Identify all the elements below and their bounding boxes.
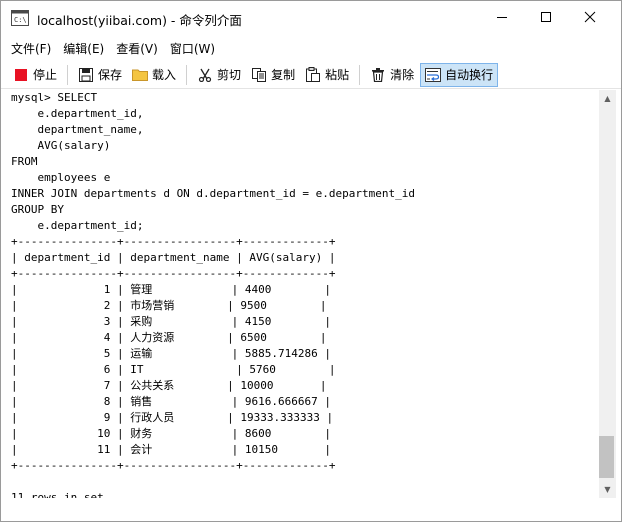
scrollbar-thumb[interactable] — [599, 436, 614, 478]
save-label: 保存 — [98, 68, 123, 82]
console-line: +---------------+-----------------+-----… — [11, 235, 336, 248]
console-line: | 5 | 运输 | 5885.714286 | — [11, 347, 332, 360]
console-line: mysql> SELECT — [11, 91, 98, 104]
console-line: | 2 | 市场营销 | 9500 | — [11, 299, 327, 312]
window-title: localhost(yiibai.com) - 命令列介面 — [37, 13, 242, 28]
console-line: +---------------+-----------------+-----… — [11, 267, 336, 280]
word-wrap-icon — [425, 67, 442, 83]
toolbar-separator — [359, 64, 361, 85]
console-window: C:\ localhost(yiibai.com) - 命令列介面 文件(F) … — [0, 0, 622, 522]
close-button[interactable] — [567, 1, 613, 33]
console-text: mysql> SELECT e.department_id, departmen… — [1, 90, 599, 498]
trash-icon — [370, 67, 386, 83]
close-icon — [584, 11, 596, 23]
clear-label: 清除 — [390, 68, 415, 82]
console-line: +---------------+-----------------+-----… — [11, 459, 336, 472]
console-line: | 8 | 销售 | 9616.666667 | — [11, 395, 332, 408]
load-label: 载入 — [152, 68, 177, 82]
console-line: | 4 | 人力资源 | 6500 | — [11, 331, 327, 344]
cut-button[interactable]: 剪切 — [193, 63, 245, 87]
status-bar — [1, 499, 621, 521]
scissors-icon — [197, 67, 213, 83]
clipboard-icon — [305, 67, 321, 83]
word-wrap-label: 自动换行 — [445, 68, 494, 82]
menu-file[interactable]: 文件(F) — [5, 40, 57, 57]
maximize-icon — [541, 12, 551, 22]
console-line: 11 rows in set — [11, 491, 104, 498]
cut-label: 剪切 — [217, 68, 242, 82]
console-line: employees e — [11, 171, 111, 184]
menu-view[interactable]: 查看(V) — [110, 40, 164, 57]
console-line: e.department_id, — [11, 107, 144, 120]
save-icon — [78, 67, 94, 83]
minimize-icon — [497, 17, 507, 18]
folder-icon — [132, 67, 149, 83]
menu-window[interactable]: 窗口(W) — [164, 40, 221, 57]
stop-button[interactable]: 停止 — [9, 63, 61, 87]
paste-label: 粘贴 — [325, 68, 350, 82]
paste-button[interactable]: 粘贴 — [301, 63, 353, 87]
copy-label: 复制 — [271, 68, 296, 82]
scroll-up-arrow-icon[interactable]: ▲ — [599, 90, 616, 107]
console-line: | 10 | 财务 | 8600 | — [11, 427, 332, 440]
console-line: FROM — [11, 155, 38, 168]
save-button[interactable]: 保存 — [74, 63, 126, 87]
menu-bar: 文件(F) 编辑(E) 查看(V) 窗口(W) — [1, 36, 621, 60]
maximize-button[interactable] — [523, 1, 569, 33]
console-line: e.department_id; — [11, 219, 144, 232]
clear-button[interactable]: 清除 — [366, 63, 418, 87]
console-line: | department_id | department_name | AVG(… — [11, 251, 336, 264]
svg-text:C:\: C:\ — [14, 16, 27, 24]
minimize-button[interactable] — [479, 1, 525, 33]
console-output[interactable]: mysql> SELECT e.department_id, departmen… — [1, 90, 599, 498]
load-button[interactable]: 载入 — [128, 63, 180, 87]
toolbar: 停止 保存 载入 剪切 复制 粘贴 清除 自动换行 — [1, 61, 621, 89]
copy-icon — [251, 67, 267, 83]
console-line: | 11 | 会计 | 10150 | — [11, 443, 332, 456]
toolbar-separator — [67, 64, 69, 85]
menu-edit[interactable]: 编辑(E) — [57, 40, 110, 57]
scroll-down-arrow-icon[interactable]: ▼ — [599, 481, 616, 498]
console-line: | 1 | 管理 | 4400 | — [11, 283, 332, 296]
title-bar[interactable]: C:\ localhost(yiibai.com) - 命令列介面 — [1, 1, 621, 35]
console-app-icon: C:\ — [11, 10, 29, 26]
console-line: INNER JOIN departments d ON d.department… — [11, 187, 415, 200]
console-line: department_name, — [11, 123, 144, 136]
word-wrap-button[interactable]: 自动换行 — [420, 62, 499, 87]
console-line: GROUP BY — [11, 203, 64, 216]
console-line: | 3 | 采购 | 4150 | — [11, 315, 332, 328]
console-line: | 6 | IT | 5760 | — [11, 363, 336, 376]
console-line: | 9 | 行政人员 | 19333.333333 | — [11, 411, 334, 424]
stop-label: 停止 — [33, 68, 58, 82]
stop-icon — [13, 67, 29, 83]
copy-button[interactable]: 复制 — [247, 63, 299, 87]
toolbar-separator — [186, 64, 188, 85]
console-line: | 7 | 公共关系 | 10000 | — [11, 379, 327, 392]
console-line: AVG(salary) — [11, 139, 111, 152]
vertical-scrollbar[interactable]: ▲ ▼ — [599, 90, 616, 498]
